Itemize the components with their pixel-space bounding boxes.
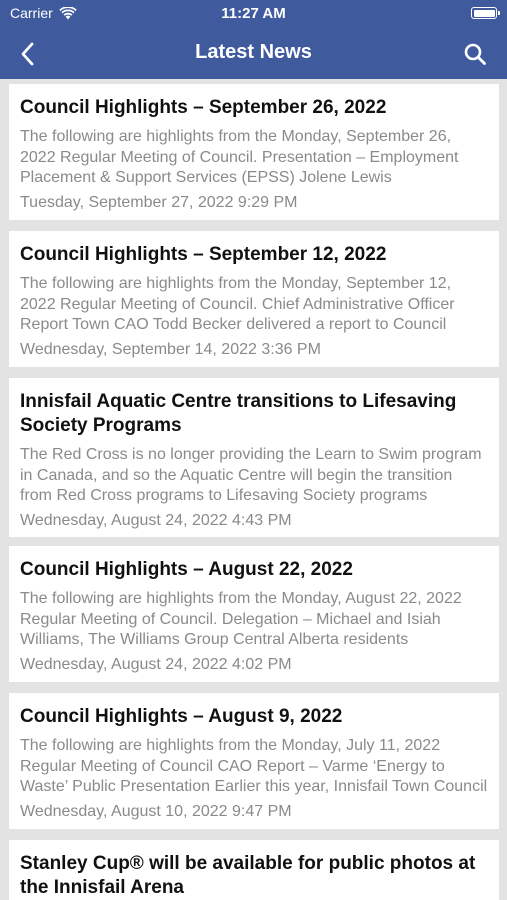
news-title: Innisfail Aquatic Centre transitions to … — [20, 391, 457, 436]
news-item[interactable]: Council Highlights – August 22, 2022 The… — [9, 546, 499, 682]
status-time: 11:27 AM — [221, 5, 286, 22]
news-title: Stanley Cup® will be available for publi… — [20, 853, 476, 898]
news-title: Council Highlights – September 26, 2022 — [20, 97, 387, 118]
news-title: Council Highlights – August 9, 2022 — [20, 706, 343, 727]
navigation-bar: Latest News — [0, 32, 507, 76]
news-date: Wednesday, August 24, 2022 4:43 PM — [20, 511, 292, 529]
news-item[interactable]: Stanley Cup® will be available for publi… — [9, 840, 499, 900]
news-date: Tuesday, September 27, 2022 9:29 PM — [20, 193, 298, 211]
news-excerpt: The following are highlights from the Mo… — [20, 590, 462, 648]
search-icon — [464, 43, 486, 65]
news-title: Council Highlights – September 12, 2022 — [20, 244, 387, 265]
battery-icon — [471, 7, 500, 19]
news-excerpt: The following are highlights from the Mo… — [20, 128, 459, 186]
news-item[interactable]: Council Highlights – August 9, 2022 The … — [9, 693, 499, 829]
page-title: Latest News — [195, 41, 312, 63]
status-bar: Carrier 11:27 AM — [0, 0, 507, 30]
news-item[interactable]: Innisfail Aquatic Centre transitions to … — [9, 378, 499, 537]
search-button[interactable] — [459, 38, 491, 70]
news-item[interactable]: Council Highlights – September 26, 2022 … — [9, 84, 499, 220]
news-excerpt: The following are highlights from the Mo… — [20, 275, 455, 333]
news-excerpt: The following are highlights from the Mo… — [20, 737, 488, 795]
news-date: Wednesday, August 10, 2022 9:47 PM — [20, 802, 292, 820]
battery-fill — [473, 9, 495, 17]
news-date: Wednesday, August 24, 2022 4:02 PM — [20, 655, 292, 673]
app-header: Carrier 11:27 AM Latest News — [0, 0, 507, 79]
news-title: Council Highlights – August 22, 2022 — [20, 559, 353, 580]
news-excerpt: The Red Cross is no longer providing the… — [20, 446, 482, 504]
news-date: Wednesday, September 14, 2022 3:36 PM — [20, 340, 321, 358]
news-item[interactable]: Council Highlights – September 12, 2022 … — [9, 231, 499, 367]
